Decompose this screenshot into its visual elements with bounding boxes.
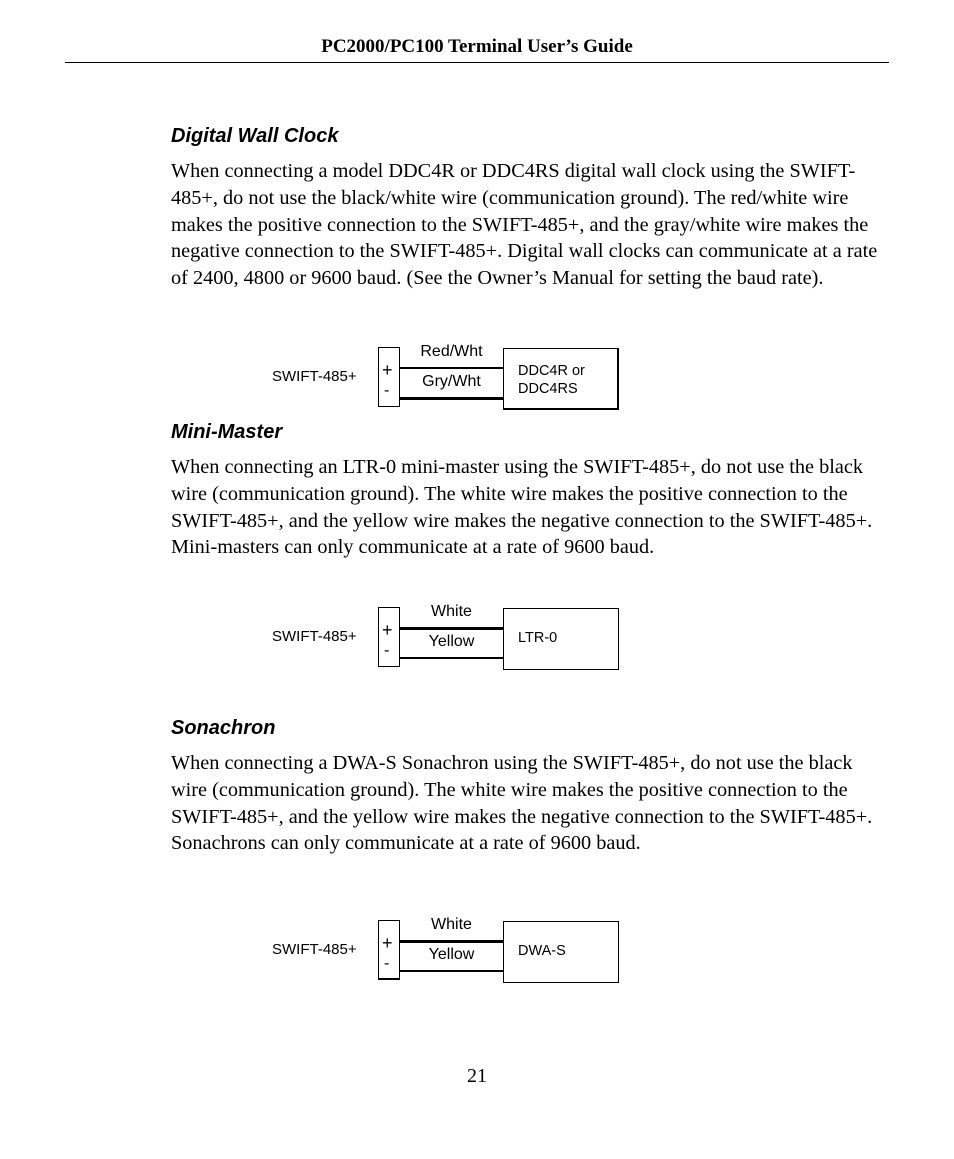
header-divider — [65, 62, 889, 63]
device-label: LTR-0 — [518, 629, 557, 647]
device-label-line: DDC4RS — [518, 381, 578, 397]
device-label-line: DWA-S — [518, 943, 566, 959]
positive-wire — [400, 367, 503, 369]
page-number: 21 — [467, 1065, 487, 1087]
negative-wire — [400, 397, 503, 400]
document-title: PC2000/PC100 Terminal User’s Guide — [321, 36, 633, 57]
negative-terminal-label: - — [384, 642, 390, 659]
negative-terminal-label: - — [384, 955, 390, 972]
positive-wire — [400, 940, 503, 943]
device-label: DWA-S — [518, 942, 566, 960]
section-heading: Digital Wall Clock — [171, 125, 339, 147]
positive-terminal-label: + — [382, 933, 393, 953]
device-label-line: LTR-0 — [518, 630, 558, 646]
negative-wire-label: Yellow — [428, 633, 475, 650]
source-label: SWIFT-485+ — [272, 628, 357, 645]
section-heading: Sonachron — [171, 717, 276, 739]
section-body: When connecting an LTR-0 mini-master usi… — [171, 456, 873, 559]
wiring-diagram: SWIFT-485+ + - White Yellow DWA-S — [260, 909, 640, 994]
negative-wire-label: Yellow — [428, 946, 475, 963]
positive-wire-label: Red/Wht — [420, 343, 483, 360]
positive-terminal-label: + — [382, 620, 393, 640]
section-body: When connecting a model DDC4R or DDC4RS … — [171, 160, 878, 290]
positive-wire — [400, 627, 503, 630]
negative-wire — [400, 970, 503, 972]
negative-wire — [400, 657, 503, 659]
wiring-diagram: SWIFT-485+ + - Red/Wht Gry/Wht DDC4R or … — [260, 336, 640, 421]
source-label: SWIFT-485+ — [272, 368, 357, 385]
section-heading: Mini-Master — [171, 421, 283, 443]
positive-wire-label: White — [431, 603, 472, 620]
negative-wire-label: Gry/Wht — [422, 373, 481, 390]
device-label: DDC4R or DDC4RS — [518, 362, 585, 398]
positive-terminal-label: + — [382, 360, 393, 380]
device-label-line: DDC4R or — [518, 363, 585, 379]
section-body: When connecting a DWA-S Sonachron using … — [171, 752, 873, 855]
positive-wire-label: White — [431, 916, 472, 933]
negative-terminal-label: - — [384, 382, 390, 399]
source-label: SWIFT-485+ — [272, 941, 357, 958]
wiring-diagram: SWIFT-485+ + - White Yellow LTR-0 — [260, 596, 640, 681]
